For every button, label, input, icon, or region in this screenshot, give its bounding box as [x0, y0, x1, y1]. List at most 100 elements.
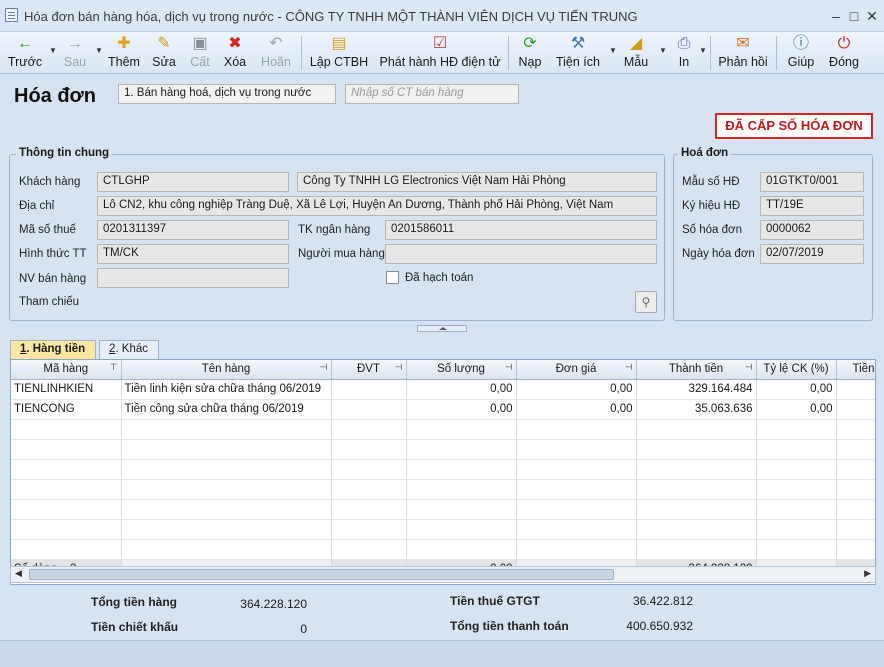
next-button[interactable]: → Sau	[58, 32, 92, 74]
empty-row[interactable]	[11, 459, 875, 480]
tab-goods[interactable]: 1. Hàng tiền	[10, 340, 96, 361]
maximize-icon[interactable]: □	[844, 7, 864, 25]
issue-einvoice-button[interactable]: ☑ Phát hành HĐ điện tử	[378, 32, 502, 74]
invoice-type-select[interactable]: 1. Bán hàng hoá, dịch vụ trong nước	[118, 84, 336, 104]
undo-button[interactable]: ↶ Hoãn	[256, 32, 296, 74]
invoice-date-field[interactable]: 02/07/2019	[760, 244, 864, 264]
feedback-button[interactable]: ✉ Phản hồi	[716, 32, 770, 74]
empty-row[interactable]	[11, 439, 875, 460]
goods-total-label: Tổng tiền hàng	[91, 595, 177, 609]
payment-method-field[interactable]: TM/CK	[97, 244, 289, 264]
page-title: Hóa đơn	[14, 85, 96, 107]
invoice-date-label: Ngày hóa đơn	[682, 248, 755, 260]
salesperson-field[interactable]	[97, 268, 289, 288]
scroll-left-icon[interactable]: ◀	[15, 568, 22, 579]
invoice-number-label: Số hóa đơn	[682, 224, 742, 236]
refresh-icon: ⟳	[523, 35, 537, 52]
doc-number-input[interactable]: Nhập số CT bán hàng	[345, 84, 519, 104]
payment-total-value: 400.650.932	[626, 619, 693, 633]
save-button[interactable]: ▣ Cất	[186, 32, 214, 74]
document-icon: ▤	[331, 35, 347, 52]
pin-icon[interactable]: ⊣	[320, 362, 328, 373]
pin-icon[interactable]: ⊣	[505, 362, 513, 373]
edit-button[interactable]: ✎ Sửa	[148, 32, 180, 74]
undo-icon: ↶	[269, 35, 283, 52]
series-field[interactable]: TT/19E	[760, 196, 864, 216]
close-window-icon[interactable]: ✕	[862, 7, 882, 25]
col-header-discount-rate[interactable]: Tỷ lệ CK (%)	[756, 360, 837, 380]
series-label: Ký hiệu HĐ	[682, 200, 741, 212]
buyer-label: Người mua hàng	[298, 248, 385, 260]
empty-row[interactable]	[11, 479, 875, 500]
address-field[interactable]: Lô CN2, khu công nghiệp Tràng Duệ, Xã Lê…	[97, 196, 657, 216]
customer-label: Khách hàng	[19, 176, 81, 188]
help-button[interactable]: ⓘ Giúp	[784, 32, 818, 74]
next-dropdown-icon[interactable]: ▼	[95, 46, 103, 55]
utilities-dropdown-icon[interactable]: ▼	[609, 46, 617, 55]
printer-icon: ⎙	[677, 35, 691, 52]
minimize-icon[interactable]: –	[826, 7, 846, 25]
table-row[interactable]: TIENLINHKIEN Tiền linh kiện sửa chữa thá…	[11, 379, 875, 400]
toolbar: ← Trước ▼ → Sau ▼ ✚ Thêm ✎ Sửa ▣ Cất ✖ X…	[0, 32, 884, 74]
template-button[interactable]: ◢ Mẫu	[620, 32, 652, 74]
pencil-icon: ✎	[157, 35, 171, 52]
tab-other[interactable]: 2. Khác	[99, 340, 159, 360]
col-header-price[interactable]: Đơn giá ⊣	[516, 360, 637, 380]
empty-row[interactable]	[11, 419, 875, 440]
invoice-number-field[interactable]: 0000062	[760, 220, 864, 240]
envelope-icon: ✉	[736, 35, 750, 52]
col-header-qty[interactable]: Số lượng ⊣	[406, 360, 517, 380]
power-icon: ⏻	[837, 35, 851, 52]
close-button[interactable]: ⏻ Đóng	[826, 32, 862, 74]
template-field[interactable]: 01GTKT0/001	[760, 172, 864, 192]
delete-button[interactable]: ✖ Xóa	[220, 32, 250, 74]
buyer-field[interactable]	[385, 244, 657, 264]
search-icon: ⚲	[641, 295, 651, 309]
tax-code-field[interactable]: 0201311397	[97, 220, 289, 240]
scroll-thumb[interactable]	[29, 569, 614, 580]
collapse-splitter[interactable]	[417, 325, 467, 332]
vat-label: Tiền thuế GTGT	[450, 594, 540, 608]
bank-account-field[interactable]: 0201586011	[385, 220, 657, 240]
pin-icon[interactable]: ⊣	[745, 362, 753, 373]
scroll-right-icon[interactable]: ▶	[864, 568, 871, 579]
back-button[interactable]: ← Trước	[6, 32, 44, 74]
horizontal-scrollbar[interactable]: ◀ ▶	[10, 566, 876, 583]
create-ctbh-button[interactable]: ▤ Lập CTBH	[308, 32, 370, 74]
window-title: Hóa đơn bán hàng hóa, dịch vụ trong nước…	[24, 9, 638, 24]
pin-icon[interactable]: ⊣	[395, 362, 403, 373]
ruler-icon: ◢	[629, 35, 643, 52]
payment-method-label: Hình thức TT	[19, 248, 87, 260]
col-header-name[interactable]: Tên hàng ⊣	[121, 360, 332, 380]
goods-total-value: 364.228.120	[240, 597, 307, 611]
pin-icon[interactable]: ⊤	[110, 362, 118, 373]
col-header-amount[interactable]: Thành tiền ⊣	[636, 360, 757, 380]
col-header-money[interactable]: Tiền	[836, 360, 875, 380]
empty-row[interactable]	[11, 519, 875, 540]
load-button[interactable]: ⟳ Nạp	[514, 32, 546, 74]
bottom-strip	[0, 640, 884, 667]
customer-code-field[interactable]: CTLGHP	[97, 172, 289, 192]
empty-row[interactable]	[11, 539, 875, 560]
back-dropdown-icon[interactable]: ▼	[49, 46, 57, 55]
status-badge: ĐÃ CẤP SỐ HÓA ĐƠN	[715, 113, 873, 139]
pin-icon[interactable]: ⊣	[625, 362, 633, 373]
customer-name-field[interactable]: Công Ty TNHH LG Electronics Việt Nam Hải…	[297, 172, 657, 192]
new-document-icon: ✚	[117, 35, 131, 52]
reference-lookup-button[interactable]: ⚲	[635, 291, 657, 313]
add-button[interactable]: ✚ Thêm	[106, 32, 142, 74]
delete-icon: ✖	[228, 35, 242, 52]
col-header-unit[interactable]: ĐVT ⊣	[331, 360, 407, 380]
template-dropdown-icon[interactable]: ▼	[659, 46, 667, 55]
empty-row[interactable]	[11, 499, 875, 520]
print-dropdown-icon[interactable]: ▼	[699, 46, 707, 55]
payment-total-label: Tổng tiền thanh toán	[450, 619, 569, 633]
posted-checkbox[interactable]	[386, 271, 399, 284]
title-bar: Hóa đơn bán hàng hóa, dịch vụ trong nước…	[0, 0, 884, 32]
invoice-info-title: Hoá đơn	[678, 147, 732, 159]
toolbar-separator	[301, 36, 302, 70]
table-row[interactable]: TIENCONG Tiền công sửa chữa tháng 06/201…	[11, 399, 875, 420]
utilities-button[interactable]: ⚒ Tiện ích	[554, 32, 602, 74]
col-header-code[interactable]: Mã hàng ⊤	[11, 360, 122, 380]
einvoice-icon: ☑	[432, 35, 448, 52]
